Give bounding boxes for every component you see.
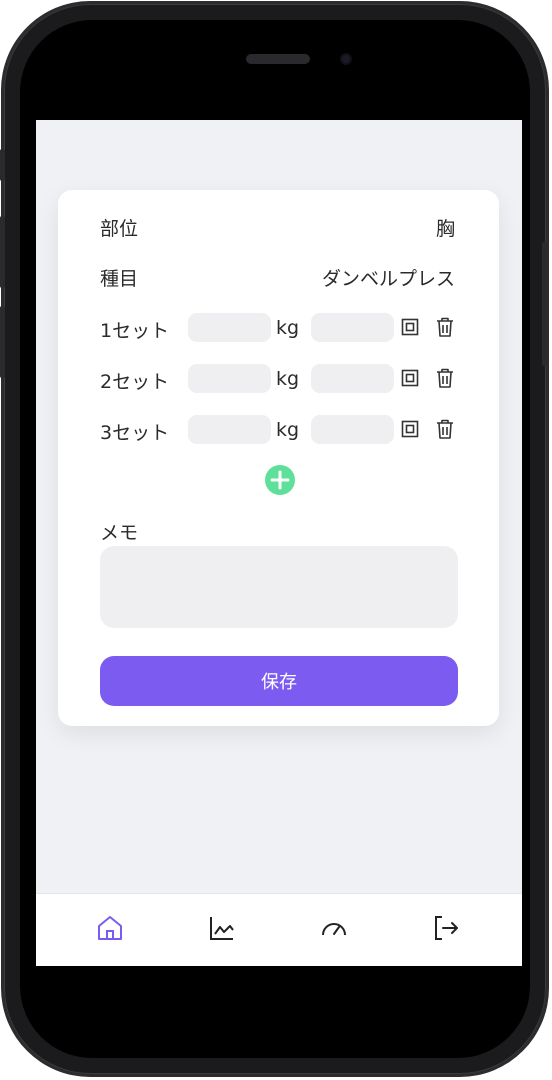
- set-1-weight-input[interactable]: [188, 313, 271, 342]
- home-icon: [95, 913, 125, 947]
- bodypart-value: 胸: [435, 218, 455, 240]
- copy-icon[interactable]: [401, 420, 419, 442]
- trash-icon[interactable]: [434, 367, 456, 393]
- tab-home[interactable]: [94, 914, 126, 946]
- screen-bezel: 部位 胸 種目 ダンベルプレス 1セット kg 2セット kg 3セット kg …: [20, 20, 530, 1058]
- trash-icon[interactable]: [434, 316, 456, 342]
- set-3-label: 3セット: [100, 422, 170, 444]
- trash-icon[interactable]: [434, 418, 456, 444]
- set-1-reps-input[interactable]: [311, 313, 394, 342]
- phone-frame: 部位 胸 種目 ダンベルプレス 1セット kg 2セット kg 3セット kg …: [0, 4, 547, 1074]
- copy-icon[interactable]: [401, 369, 419, 391]
- exercise-label: 種目: [100, 268, 139, 290]
- set-3-weight-input[interactable]: [188, 415, 271, 444]
- set-3-reps-input[interactable]: [311, 415, 394, 444]
- set-3-unit: kg: [276, 419, 300, 441]
- app-screen: 部位 胸 種目 ダンベルプレス 1セット kg 2セット kg 3セット kg …: [36, 120, 522, 966]
- tab-chart[interactable]: [206, 914, 238, 946]
- set-2-weight-input[interactable]: [188, 364, 271, 393]
- memo-label: メモ: [100, 522, 139, 544]
- memo-textarea[interactable]: [100, 546, 458, 628]
- tab-gauge[interactable]: [318, 914, 350, 946]
- speaker-grille: [246, 54, 310, 64]
- copy-icon[interactable]: [401, 318, 419, 340]
- volume-down-button: [0, 306, 5, 378]
- add-set-button[interactable]: [264, 464, 296, 500]
- chart-icon: [207, 913, 237, 947]
- set-2-label: 2セット: [100, 371, 170, 393]
- exercise-value: ダンベルプレス: [321, 268, 455, 290]
- tab-logout[interactable]: [430, 914, 462, 946]
- set-2-reps-input[interactable]: [311, 364, 394, 393]
- front-camera: [342, 55, 350, 63]
- set-1-unit: kg: [276, 317, 300, 339]
- workout-form-card: 部位 胸 種目 ダンベルプレス 1セット kg 2セット kg 3セット kg …: [58, 190, 499, 726]
- power-button: [542, 242, 547, 366]
- gauge-icon: [319, 913, 349, 947]
- save-button[interactable]: 保存: [100, 656, 458, 706]
- volume-up-button: [0, 216, 5, 288]
- set-1-label: 1セット: [100, 320, 170, 342]
- set-2-unit: kg: [276, 368, 300, 390]
- bodypart-label: 部位: [100, 218, 139, 240]
- logout-icon: [431, 913, 461, 947]
- mute-switch: [0, 149, 5, 181]
- bottom-tab-bar: [36, 893, 522, 966]
